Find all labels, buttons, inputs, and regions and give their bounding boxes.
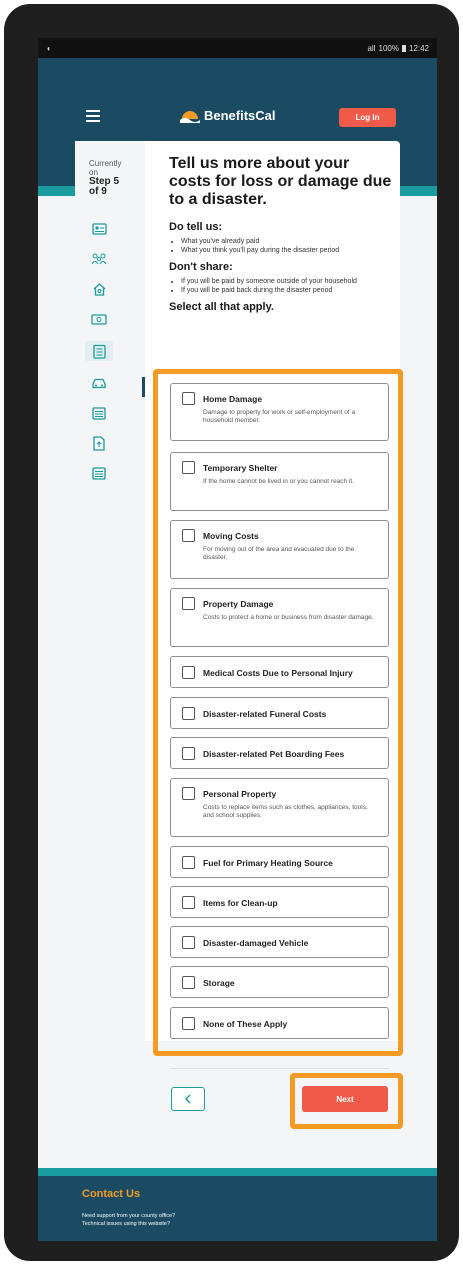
checkbox-description: Costs to replace items such as clothes, … bbox=[203, 804, 368, 819]
checkbox-option[interactable]: Medical Costs Due to Personal Injury bbox=[170, 656, 389, 688]
checkbox-label: Disaster-related Funeral Costs bbox=[203, 708, 327, 719]
do-tell-heading: Do tell us: bbox=[169, 221, 223, 233]
clock: 12:42 bbox=[408, 43, 429, 53]
list-item: What you've already paid bbox=[181, 237, 394, 246]
checkbox-label: Personal Property bbox=[203, 788, 277, 799]
page-content: Tell us more about your costs for loss o… bbox=[169, 155, 394, 313]
checkbox[interactable] bbox=[182, 529, 195, 542]
status-bar: ◖ all 100% 12:42 bbox=[38, 38, 437, 58]
list-item: If you will be paid back during the disa… bbox=[181, 286, 394, 295]
checkbox-label: Items for Clean-up bbox=[203, 897, 278, 908]
checkbox-label: Disaster-related Pet Boarding Fees bbox=[203, 748, 345, 759]
checkbox[interactable] bbox=[182, 1017, 195, 1030]
step-indicator: Currently on Step 5 of 9 bbox=[89, 159, 141, 197]
checkbox-option[interactable]: Personal Property Costs to replace items … bbox=[170, 778, 389, 837]
dont-share-heading: Don't share: bbox=[169, 261, 233, 273]
technical-issues-link[interactable]: Technical issues using this website? bbox=[82, 1221, 170, 1227]
benefitscal-logo[interactable]: BenefitsCal bbox=[180, 108, 276, 123]
chevron-left-icon bbox=[185, 1094, 191, 1104]
income-money-icon bbox=[91, 311, 107, 327]
login-button[interactable]: Log In bbox=[339, 108, 396, 127]
dont-share-list: If you will be paid by someone outside o… bbox=[169, 277, 394, 295]
checkbox-description: If the home cannot be lived in or you ca… bbox=[203, 478, 355, 485]
select-all-label: Select all that apply. bbox=[169, 301, 274, 313]
checkbox[interactable] bbox=[182, 392, 195, 405]
document-upload-icon bbox=[91, 435, 107, 451]
checkbox-option[interactable]: Moving Costs For moving out of the area a… bbox=[170, 520, 389, 579]
step-total: of 9 bbox=[89, 186, 107, 197]
checkbox[interactable] bbox=[182, 461, 195, 474]
logo-text: BenefitsCal bbox=[204, 108, 276, 123]
checkbox[interactable] bbox=[182, 976, 195, 989]
checkbox[interactable] bbox=[182, 787, 195, 800]
battery-level: 100% bbox=[378, 43, 399, 53]
vehicle-icon bbox=[91, 375, 107, 391]
checkbox-option[interactable]: Disaster-related Funeral Costs bbox=[170, 697, 389, 729]
step-icons bbox=[85, 221, 113, 495]
checkbox-label: Disaster-damaged Vehicle bbox=[203, 937, 309, 948]
screen: ◖ all 100% 12:42 BenefitsCal Log In Curr… bbox=[38, 38, 437, 1241]
checkbox-label: Storage bbox=[203, 977, 235, 988]
details-list-icon bbox=[91, 405, 107, 421]
checkbox-option[interactable]: Fuel for Primary Heating Source bbox=[170, 846, 389, 878]
checkbox[interactable] bbox=[182, 936, 195, 949]
checkbox[interactable] bbox=[182, 747, 195, 760]
id-card-icon bbox=[91, 221, 107, 237]
home-icon bbox=[91, 281, 107, 297]
sun-logo-icon bbox=[180, 110, 200, 123]
checkbox-label: Moving Costs bbox=[203, 530, 259, 541]
checkbox[interactable] bbox=[182, 856, 195, 869]
checkbox-option[interactable]: Temporary Shelter If the home cannot be l… bbox=[170, 452, 389, 511]
checkbox-option[interactable]: Items for Clean-up bbox=[170, 886, 389, 918]
device-frame: ◖ all 100% 12:42 BenefitsCal Log In Curr… bbox=[4, 4, 459, 1261]
active-step-indicator bbox=[142, 377, 145, 397]
checkbox-description: Costs to protect a home or business from… bbox=[203, 614, 374, 621]
signal-indicator: all bbox=[367, 43, 376, 53]
household-people-icon bbox=[91, 251, 107, 267]
menu-icon[interactable] bbox=[86, 110, 100, 122]
checkbox-description: Damage to property for work or self-empl… bbox=[203, 409, 356, 424]
footer-teal-band bbox=[38, 1168, 437, 1176]
checkbox-option[interactable]: Storage bbox=[170, 966, 389, 998]
checkbox-label: Fuel for Primary Heating Source bbox=[203, 857, 333, 868]
checkbox-label: None of These Apply bbox=[203, 1018, 288, 1029]
county-support-link[interactable]: Need support from your county office? bbox=[82, 1213, 175, 1219]
review-list-icon bbox=[91, 465, 107, 481]
checkbox[interactable] bbox=[182, 707, 195, 720]
back-button[interactable] bbox=[171, 1087, 205, 1111]
checkbox-description: For moving out of the area and evacuated… bbox=[203, 546, 355, 561]
checkbox-option[interactable]: None of These Apply bbox=[170, 1007, 389, 1039]
do-tell-list: What you've already paid What you think … bbox=[169, 237, 394, 255]
checkbox-label: Property Damage bbox=[203, 598, 274, 609]
checkbox-option[interactable]: Home Damage Damage to property for work o… bbox=[170, 383, 389, 441]
nav-divider bbox=[170, 1068, 389, 1069]
checkbox[interactable] bbox=[182, 666, 195, 679]
battery-icon bbox=[401, 44, 406, 52]
checkbox[interactable] bbox=[182, 896, 195, 909]
list-item: What you think you'll pay during the dis… bbox=[181, 246, 394, 255]
checkbox-label: Home Damage bbox=[203, 393, 263, 404]
footer bbox=[38, 1168, 437, 1241]
expenses-list-icon bbox=[85, 341, 113, 361]
status-left-glyph: ◖ bbox=[46, 43, 51, 53]
checkbox-label: Medical Costs Due to Personal Injury bbox=[203, 667, 353, 678]
currently-label: Currently bbox=[89, 159, 122, 168]
page-title: Tell us more about your costs for loss o… bbox=[169, 155, 392, 208]
list-item: If you will be paid by someone outside o… bbox=[181, 277, 394, 286]
checkbox-option[interactable]: Disaster-related Pet Boarding Fees bbox=[170, 737, 389, 769]
checkbox-option[interactable]: Disaster-damaged Vehicle bbox=[170, 926, 389, 958]
checkbox-label: Temporary Shelter bbox=[203, 462, 278, 473]
checkbox[interactable] bbox=[182, 597, 195, 610]
contact-us-heading: Contact Us bbox=[82, 1188, 141, 1200]
next-button[interactable]: Next bbox=[302, 1086, 388, 1112]
checkbox-option[interactable]: Property Damage Costs to protect a home o… bbox=[170, 588, 389, 647]
progress-sidebar: Currently on Step 5 of 9 bbox=[75, 141, 145, 1041]
